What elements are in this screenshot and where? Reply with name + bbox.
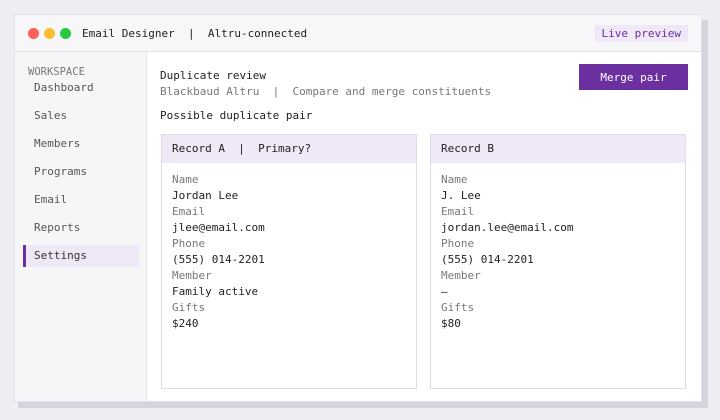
field-label: Member bbox=[172, 269, 212, 282]
record-a-header[interactable]: Record A | Primary? bbox=[162, 135, 416, 163]
sidebar: WORKSPACE Dashboard Sales Members Progra… bbox=[15, 52, 147, 401]
close-window-button[interactable] bbox=[28, 28, 39, 39]
live-preview-badge[interactable]: Live preview bbox=[594, 25, 688, 42]
sidebar-item-email[interactable]: Email bbox=[23, 189, 139, 211]
record-b-card: Record B Name J. Lee Email jordan.lee@em… bbox=[430, 134, 686, 389]
field-label: Name bbox=[172, 173, 199, 186]
sidebar-item-dashboard[interactable]: Dashboard bbox=[23, 77, 139, 99]
main-content: Duplicate review Blackbaud Altru | Compa… bbox=[148, 52, 701, 401]
field-value: Jordan Lee bbox=[172, 189, 239, 202]
section-title: Possible duplicate pair bbox=[160, 109, 313, 122]
field-value: $80 bbox=[441, 317, 461, 330]
field-value: $240 bbox=[172, 317, 199, 330]
sidebar-item-programs[interactable]: Programs bbox=[23, 161, 139, 183]
page-title: Duplicate review bbox=[160, 69, 266, 82]
field-label: Gifts bbox=[172, 301, 206, 314]
field-value: – bbox=[441, 285, 448, 298]
field-value: Family active bbox=[172, 285, 259, 298]
field-label: Phone bbox=[172, 237, 206, 250]
title-bar: Email Designer | Altru-connected Live pr… bbox=[15, 15, 701, 52]
record-b-fields: Name J. Lee Email jordan.lee@email.com P… bbox=[431, 163, 685, 332]
field-value: (555) 014-2201 bbox=[441, 253, 534, 266]
sidebar-item-sales[interactable]: Sales bbox=[23, 105, 139, 127]
field-label: Email bbox=[441, 205, 475, 218]
field-value: jlee@email.com bbox=[172, 221, 265, 234]
field-label: Gifts bbox=[441, 301, 475, 314]
record-a-card: Record A | Primary? Name Jordan Lee Emai… bbox=[161, 134, 417, 389]
merge-pair-button[interactable]: Merge pair bbox=[579, 64, 688, 90]
sidebar-item-reports[interactable]: Reports bbox=[23, 217, 139, 239]
maximize-window-button[interactable] bbox=[60, 28, 71, 39]
app-title: Email Designer | Altru-connected bbox=[82, 27, 308, 40]
field-value: (555) 014-2201 bbox=[172, 253, 265, 266]
app-window: Email Designer | Altru-connected Live pr… bbox=[14, 14, 702, 402]
field-label: Name bbox=[441, 173, 468, 186]
field-label: Phone bbox=[441, 237, 475, 250]
breadcrumb: Blackbaud Altru | Compare and merge cons… bbox=[160, 85, 492, 98]
field-value: J. Lee bbox=[441, 189, 481, 202]
minimize-window-button[interactable] bbox=[44, 28, 55, 39]
field-label: Email bbox=[172, 205, 206, 218]
sidebar-item-settings[interactable]: Settings bbox=[23, 245, 139, 267]
record-a-fields: Name Jordan Lee Email jlee@email.com Pho… bbox=[162, 163, 416, 332]
record-b-header: Record B bbox=[431, 135, 685, 163]
field-label: Member bbox=[441, 269, 481, 282]
sidebar-item-members[interactable]: Members bbox=[23, 133, 139, 155]
field-value: jordan.lee@email.com bbox=[441, 221, 574, 234]
